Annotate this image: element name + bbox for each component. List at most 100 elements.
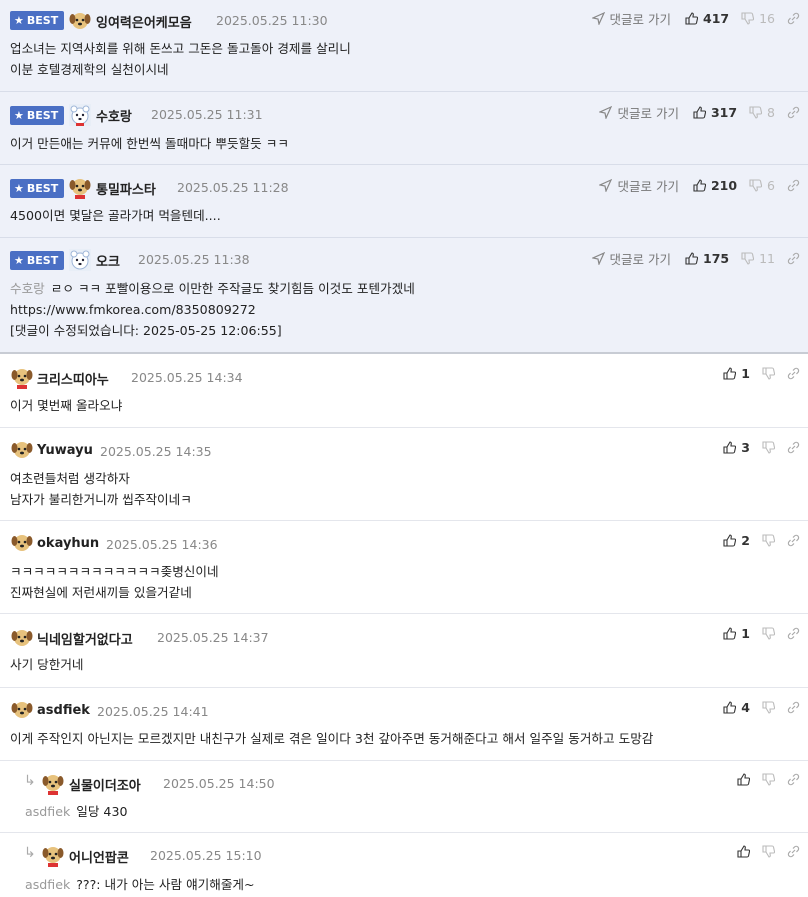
star-icon: ★ (14, 182, 24, 195)
reply-target[interactable]: asdfiek (25, 877, 70, 892)
upvote-button[interactable]: 3 (723, 440, 750, 455)
go-to-reply-button[interactable]: 댓글로 가기 (591, 9, 671, 28)
edit-notice: [댓글이 수정되었습니다: 2025-05-25 12:06:55] (10, 323, 282, 338)
downvote-button[interactable] (762, 441, 775, 454)
avatar-dog-icon (11, 535, 33, 551)
comment-link[interactable]: https://www.fmkorea.com/8350809272 (10, 299, 415, 320)
downvote-button[interactable] (762, 845, 775, 858)
upvote-button[interactable]: 417 (685, 11, 729, 26)
downvote-button[interactable]: 11 (741, 251, 775, 266)
nickname[interactable]: Yuwayu (37, 443, 93, 458)
link-button[interactable] (787, 845, 800, 858)
comment: 닉네임할거없다고 2025.05.25 14:37 1 사기 당한거네 (0, 614, 808, 688)
upvote-button[interactable]: 175 (685, 251, 729, 266)
comment-line: asdfiek???: 내가 아는 사람 얘기해줄게~ (25, 877, 255, 892)
link-button[interactable] (787, 773, 800, 786)
thumbs-up-icon (685, 252, 698, 265)
nickname[interactable]: 크리스띠아누 (37, 369, 109, 388)
avatar-bear-icon (69, 104, 91, 126)
upvote-button[interactable]: 4 (723, 700, 750, 715)
comment-line: 이분 호텔경제학의 실천이시네 (10, 62, 169, 77)
downvote-button[interactable] (762, 534, 775, 547)
comment-actions: 댓글로 가기 317 8 (599, 103, 800, 122)
comment: okayhun 2025.05.25 14:36 2 ㅋㅋㅋㅋㅋㅋㅋㅋㅋㅋㅋㅋㅋ… (0, 521, 808, 614)
comment-line: 남자가 불리한거니까 씹주작이네ㅋ (10, 492, 192, 507)
link-button[interactable] (787, 701, 800, 714)
comment: 크리스띠아누 2025.05.25 14:34 1 이거 몇번째 올라오냐 (0, 354, 808, 428)
nickname[interactable]: 어니언팝콘 (69, 847, 129, 866)
thumbs-up-icon (723, 534, 737, 547)
downvote-button[interactable] (762, 627, 775, 640)
comment-actions: 댓글로 가기 417 16 (591, 9, 800, 28)
nickname[interactable]: 오크 (96, 251, 120, 270)
nickname[interactable]: 닉네임할거없다고 (37, 629, 133, 648)
nickname[interactable]: 잉여력은어케모음 (96, 12, 192, 31)
send-icon (591, 252, 605, 265)
upvote-button[interactable]: 1 (723, 626, 750, 641)
comment-line: 이거 몇번째 올라오냐 (10, 398, 123, 413)
best-comment: ★ BEST 잉여력은어케모음 2025.05.25 11:30 댓글로 가기 4… (0, 0, 808, 92)
comment-actions: 3 (723, 440, 800, 455)
comment-body: 이게 주작인지 아닌지는 모르겠지만 내친구가 실제로 겪은 일이다 3천 갚아… (10, 728, 653, 749)
downvote-button[interactable]: 8 (749, 105, 775, 120)
upvote-button[interactable]: 317 (693, 105, 737, 120)
nickname[interactable]: okayhun (37, 536, 99, 551)
nickname[interactable]: asdfiek (37, 703, 90, 718)
comment-line: 4500이면 몇달은 골라가며 먹을텐데.... (10, 208, 221, 223)
downvote-button[interactable]: 16 (741, 11, 775, 26)
link-button[interactable] (787, 627, 800, 640)
link-button[interactable] (787, 367, 800, 380)
upvote-button[interactable] (737, 773, 750, 786)
go-to-reply-button[interactable]: 댓글로 가기 (599, 103, 679, 122)
comment-line: 이게 주작인지 아닌지는 모르겠지만 내친구가 실제로 겪은 일이다 3천 갚아… (10, 731, 654, 746)
timestamp: 2025.05.25 14:37 (157, 630, 269, 645)
upvote-button[interactable] (737, 845, 750, 858)
best-badge: ★ BEST (10, 11, 65, 30)
thumbs-down-icon (749, 106, 763, 119)
downvote-button[interactable]: 6 (749, 178, 775, 193)
comment-body: asdfiek 일당 430 (25, 801, 127, 822)
upvote-button[interactable]: 2 (723, 533, 750, 548)
reply-arrow-icon: ↳ (24, 773, 36, 789)
thumbs-up-icon (693, 106, 706, 119)
send-icon (599, 106, 613, 119)
best-comment: ★ BEST 오크 2025.05.25 11:38 댓글로 가기 175 11 … (0, 238, 808, 352)
thumbs-up-icon (723, 701, 737, 714)
avatar-dog-icon (11, 630, 33, 646)
timestamp: 2025.05.25 11:30 (216, 13, 328, 28)
link-button[interactable] (787, 106, 800, 119)
link-button[interactable] (787, 179, 800, 192)
go-to-reply-button[interactable]: 댓글로 가기 (599, 176, 679, 195)
send-icon (599, 179, 613, 192)
go-to-reply-button[interactable]: 댓글로 가기 (591, 249, 671, 268)
comment-body: 여초련들처럼 생각하자 남자가 불리한거니까 씹주작이네ㅋ (10, 468, 192, 510)
downvote-button[interactable] (762, 367, 775, 380)
upvote-button[interactable]: 210 (693, 178, 737, 193)
comment-line: 진짜현실에 저런새끼들 있을거같네 (10, 585, 192, 600)
nickname[interactable]: 수호랑 (96, 106, 132, 125)
link-button[interactable] (787, 534, 800, 547)
reply-target[interactable]: asdfiek (25, 804, 70, 819)
link-button[interactable] (787, 252, 800, 265)
upvote-button[interactable]: 1 (723, 366, 750, 381)
downvote-button[interactable] (762, 773, 775, 786)
comment-line: 업소녀는 지역사회를 위해 돈쓰고 그돈은 돌고돌아 경제를 살리니 (10, 41, 351, 56)
best-comment: ★ BEST 수호랑 2025.05.25 11:31 댓글로 가기 317 8 … (0, 92, 808, 165)
link-button[interactable] (787, 441, 800, 454)
nickname[interactable]: 통밀파스타 (96, 179, 156, 198)
best-comment: ★ BEST 통밀파스타 2025.05.25 11:28 댓글로 가기 210 … (0, 165, 808, 238)
link-icon (787, 627, 800, 640)
nickname[interactable]: 실물이더조아 (69, 775, 141, 794)
comment-actions (737, 845, 800, 858)
thumbs-up-icon (737, 773, 750, 786)
link-icon (787, 845, 800, 858)
downvote-button[interactable] (762, 701, 775, 714)
reply-comment: ↳ 실물이더조아 2025.05.25 14:50 asdfiek 일당 430 (0, 761, 808, 833)
thumbs-down-icon (762, 441, 775, 454)
reply-target[interactable]: 수호랑 (10, 281, 45, 296)
star-icon: ★ (14, 254, 24, 267)
comment-body: 4500이면 몇달은 골라가며 먹을텐데.... (10, 205, 221, 226)
link-button[interactable] (787, 12, 800, 25)
link-icon (787, 534, 800, 547)
comment-actions: 댓글로 가기 210 6 (599, 176, 800, 195)
